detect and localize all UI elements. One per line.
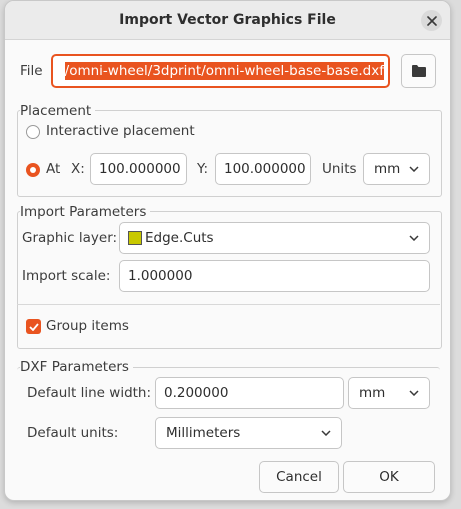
layer-color-swatch bbox=[128, 231, 142, 245]
graphic-layer-selection: Edge.Cuts bbox=[128, 230, 214, 246]
y-label: Y: bbox=[197, 161, 209, 177]
cancel-button-label: Cancel bbox=[276, 469, 322, 485]
close-button[interactable] bbox=[421, 10, 442, 31]
group-items-checkbox[interactable] bbox=[26, 319, 41, 334]
chevron-down-icon bbox=[409, 235, 419, 241]
import-parameters-title: Import Parameters bbox=[20, 204, 151, 220]
dxf-parameters-title: DXF Parameters bbox=[20, 359, 133, 375]
folder-icon bbox=[411, 65, 426, 77]
units-label: Units bbox=[322, 161, 357, 177]
chevron-down-icon bbox=[409, 166, 419, 172]
interactive-placement-radio[interactable] bbox=[26, 125, 40, 139]
checkmark-icon bbox=[28, 322, 39, 331]
interactive-placement-label: Interactive placement bbox=[46, 123, 195, 139]
file-label: File bbox=[20, 63, 43, 79]
placement-units-value: mm bbox=[374, 161, 401, 177]
default-units-dropdown[interactable]: Millimeters bbox=[155, 417, 342, 449]
close-icon bbox=[426, 15, 437, 26]
placement-units-dropdown[interactable]: mm bbox=[363, 153, 430, 185]
browse-file-button[interactable] bbox=[401, 54, 436, 88]
cancel-button[interactable]: Cancel bbox=[259, 461, 339, 493]
file-path-field[interactable]: /omni-wheel/3dprint/omni-wheel-base-base… bbox=[51, 54, 390, 88]
graphic-layer-dropdown[interactable]: Edge.Cuts bbox=[119, 222, 430, 254]
x-position-input[interactable]: 100.000000 bbox=[90, 153, 187, 185]
default-line-width-input[interactable]: 0.200000 bbox=[155, 377, 344, 409]
ok-button[interactable]: OK bbox=[343, 461, 435, 493]
import-vector-graphics-dialog: Import Vector Graphics File File /omni-w… bbox=[4, 0, 451, 501]
ok-button-label: OK bbox=[379, 469, 399, 485]
line-width-units-dropdown[interactable]: mm bbox=[348, 377, 430, 409]
default-line-width-label: Default line width: bbox=[27, 385, 152, 401]
title-bar: Import Vector Graphics File bbox=[5, 1, 450, 40]
line-width-units-value: mm bbox=[359, 385, 386, 401]
placement-title: Placement bbox=[20, 103, 96, 119]
group-items-label: Group items bbox=[46, 318, 129, 334]
at-label: At bbox=[46, 161, 61, 177]
chevron-down-icon bbox=[321, 430, 331, 436]
import-scale-label: Import scale: bbox=[22, 268, 111, 284]
y-position-input[interactable]: 100.000000 bbox=[215, 153, 311, 185]
x-label: X: bbox=[71, 161, 85, 177]
dialog-title: Import Vector Graphics File bbox=[119, 12, 336, 28]
file-path-text: /omni-wheel/3dprint/omni-wheel-base-base… bbox=[64, 62, 384, 80]
graphic-layer-value: Edge.Cuts bbox=[145, 230, 214, 246]
chevron-down-icon bbox=[409, 390, 419, 396]
at-placement-radio[interactable] bbox=[26, 163, 40, 177]
graphic-layer-label: Graphic layer: bbox=[22, 230, 118, 246]
divider bbox=[17, 304, 440, 305]
default-units-label: Default units: bbox=[27, 425, 119, 441]
import-scale-input[interactable]: 1.000000 bbox=[119, 260, 430, 292]
default-units-value: Millimeters bbox=[166, 425, 241, 441]
